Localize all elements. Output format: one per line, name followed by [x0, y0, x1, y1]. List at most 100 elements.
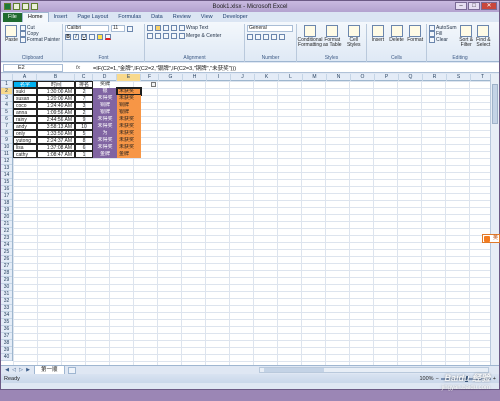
row-header-7[interactable]: 7: [1, 123, 12, 130]
cell-medal[interactable]: 未得奖: [93, 144, 117, 151]
cell-name[interactable]: only: [13, 130, 37, 137]
cell-grid[interactable]: 名字 时间 排名 奖牌 suki 1:30:00 AM 2 银未获奖 susan 1:20:00 …: [13, 81, 491, 365]
cell-name[interactable]: lisa: [13, 144, 37, 151]
cell-time[interactable]: 1:20:00 AM: [37, 95, 75, 102]
select-all-corner[interactable]: [1, 74, 13, 81]
row-header-9[interactable]: 9: [1, 137, 12, 144]
fx-icon[interactable]: fx: [63, 65, 93, 71]
row-header-1[interactable]: 1: [1, 81, 12, 88]
row-header-14[interactable]: 14: [1, 172, 12, 179]
cell-medal[interactable]: 未得奖: [93, 137, 117, 144]
currency-icon[interactable]: [247, 34, 253, 40]
cell-medal[interactable]: 铜牌: [93, 102, 117, 109]
cell-time[interactable]: 3:58:13 AM: [37, 123, 75, 130]
row-header-21[interactable]: 21: [1, 221, 12, 228]
cell-rank[interactable]: 2: [75, 88, 93, 95]
cell-result[interactable]: 铜牌: [117, 102, 141, 109]
column-header-n[interactable]: N: [327, 74, 351, 81]
cell-rank[interactable]: 1: [75, 151, 93, 158]
column-header-f[interactable]: F: [141, 74, 159, 81]
row-header-8[interactable]: 8: [1, 130, 12, 137]
formula-input[interactable]: =IF(C2=1,"金牌",IF(C2=2,"银牌",IF(C2=3,"铜牌",…: [93, 64, 499, 72]
row-header-36[interactable]: 36: [1, 326, 12, 333]
merge-center-button[interactable]: Merge & Center: [179, 33, 221, 39]
cell-header-name[interactable]: 名字: [13, 81, 37, 88]
wrap-text-button[interactable]: Wrap Text: [179, 25, 208, 31]
font-color-icon[interactable]: [105, 34, 111, 40]
align-top-icon[interactable]: [147, 25, 153, 31]
last-sheet-icon[interactable]: ▶: [25, 367, 31, 373]
ime-language-widget[interactable]: 英: [482, 234, 500, 243]
cell-result[interactable]: 未获奖: [117, 144, 141, 151]
cell-time[interactable]: 1:08:47 AM: [37, 151, 75, 158]
align-left-icon[interactable]: [147, 33, 153, 39]
cell-header-medal[interactable]: 奖牌: [93, 81, 117, 88]
cell-rank[interactable]: 7: [75, 95, 93, 102]
cell-result[interactable]: 未获奖: [117, 137, 141, 144]
row-header-6[interactable]: 6: [1, 116, 12, 123]
column-header-m[interactable]: M: [303, 74, 327, 81]
align-center-icon[interactable]: [155, 33, 161, 39]
underline-icon[interactable]: U: [81, 34, 87, 40]
cell-medal[interactable]: 未得奖: [93, 123, 117, 130]
cell-rank[interactable]: 9: [75, 116, 93, 123]
tab-formulas[interactable]: Formulas: [113, 13, 146, 22]
paste-button[interactable]: Paste: [5, 25, 18, 43]
column-header-k[interactable]: K: [255, 74, 279, 81]
zoom-in-icon[interactable]: +: [493, 376, 496, 382]
tab-view[interactable]: View: [196, 13, 218, 22]
row-header-15[interactable]: 15: [1, 179, 12, 186]
font-size-select[interactable]: 11: [111, 25, 125, 32]
active-cell-e2[interactable]: 未获奖: [116, 87, 142, 96]
column-header-g[interactable]: G: [159, 74, 183, 81]
row-header-30[interactable]: 30: [1, 284, 12, 291]
cell-name[interactable]: rainy: [13, 116, 37, 123]
column-header-r[interactable]: R: [423, 74, 447, 81]
cell-time[interactable]: 2:24:37 AM: [37, 137, 75, 144]
row-header-35[interactable]: 35: [1, 319, 12, 326]
cell-time[interactable]: 1:33:50 AM: [37, 130, 75, 137]
horizontal-scroll-thumb[interactable]: [264, 368, 324, 372]
clear-button[interactable]: Clear: [429, 37, 457, 43]
row-header-24[interactable]: 24: [1, 242, 12, 249]
row-header-38[interactable]: 38: [1, 340, 12, 347]
cell-time[interactable]: 1:24:40 AM: [37, 102, 75, 109]
tab-file[interactable]: File: [3, 13, 22, 22]
row-header-2[interactable]: 2: [1, 88, 12, 95]
filter-dropdown-icon[interactable]: [151, 82, 156, 87]
cell-rank[interactable]: 3: [75, 102, 93, 109]
name-box[interactable]: E2: [3, 63, 63, 72]
column-header-o[interactable]: O: [351, 74, 375, 81]
tab-data[interactable]: Data: [146, 13, 168, 22]
cell-rank[interactable]: 6: [75, 144, 93, 151]
column-header-h[interactable]: H: [183, 74, 207, 81]
first-sheet-icon[interactable]: ◀: [4, 367, 10, 373]
row-header-31[interactable]: 31: [1, 291, 12, 298]
cell-time[interactable]: 2:44:56 AM: [37, 116, 75, 123]
column-header-i[interactable]: I: [207, 74, 231, 81]
column-header-e[interactable]: E: [117, 74, 141, 81]
tab-insert[interactable]: Insert: [49, 13, 73, 22]
row-header-16[interactable]: 16: [1, 186, 12, 193]
row-header-20[interactable]: 20: [1, 214, 12, 221]
cell-time[interactable]: 1:09:56 AM: [37, 109, 75, 116]
tab-review[interactable]: Review: [168, 13, 196, 22]
cell-header-time[interactable]: 时间: [37, 81, 75, 88]
row-header-23[interactable]: 23: [1, 235, 12, 242]
align-right-icon[interactable]: [163, 33, 169, 39]
column-header-a[interactable]: A: [13, 74, 37, 81]
cell-name[interactable]: yutong: [13, 137, 37, 144]
italic-icon[interactable]: I: [73, 34, 79, 40]
column-header-l[interactable]: L: [279, 74, 303, 81]
row-header-19[interactable]: 19: [1, 207, 12, 214]
cell-name[interactable]: andy: [13, 123, 37, 130]
cell-result[interactable]: 未获奖: [117, 95, 141, 102]
cell-name[interactable]: susan: [13, 95, 37, 102]
row-header-39[interactable]: 39: [1, 347, 12, 354]
close-button[interactable]: ✕: [481, 2, 497, 10]
decrease-decimal-icon[interactable]: [279, 34, 285, 40]
borders-icon[interactable]: [89, 34, 95, 40]
insert-sheet-icon[interactable]: [67, 366, 76, 374]
bold-icon[interactable]: B: [65, 34, 71, 40]
cell-header-rank[interactable]: 排名: [75, 81, 93, 88]
